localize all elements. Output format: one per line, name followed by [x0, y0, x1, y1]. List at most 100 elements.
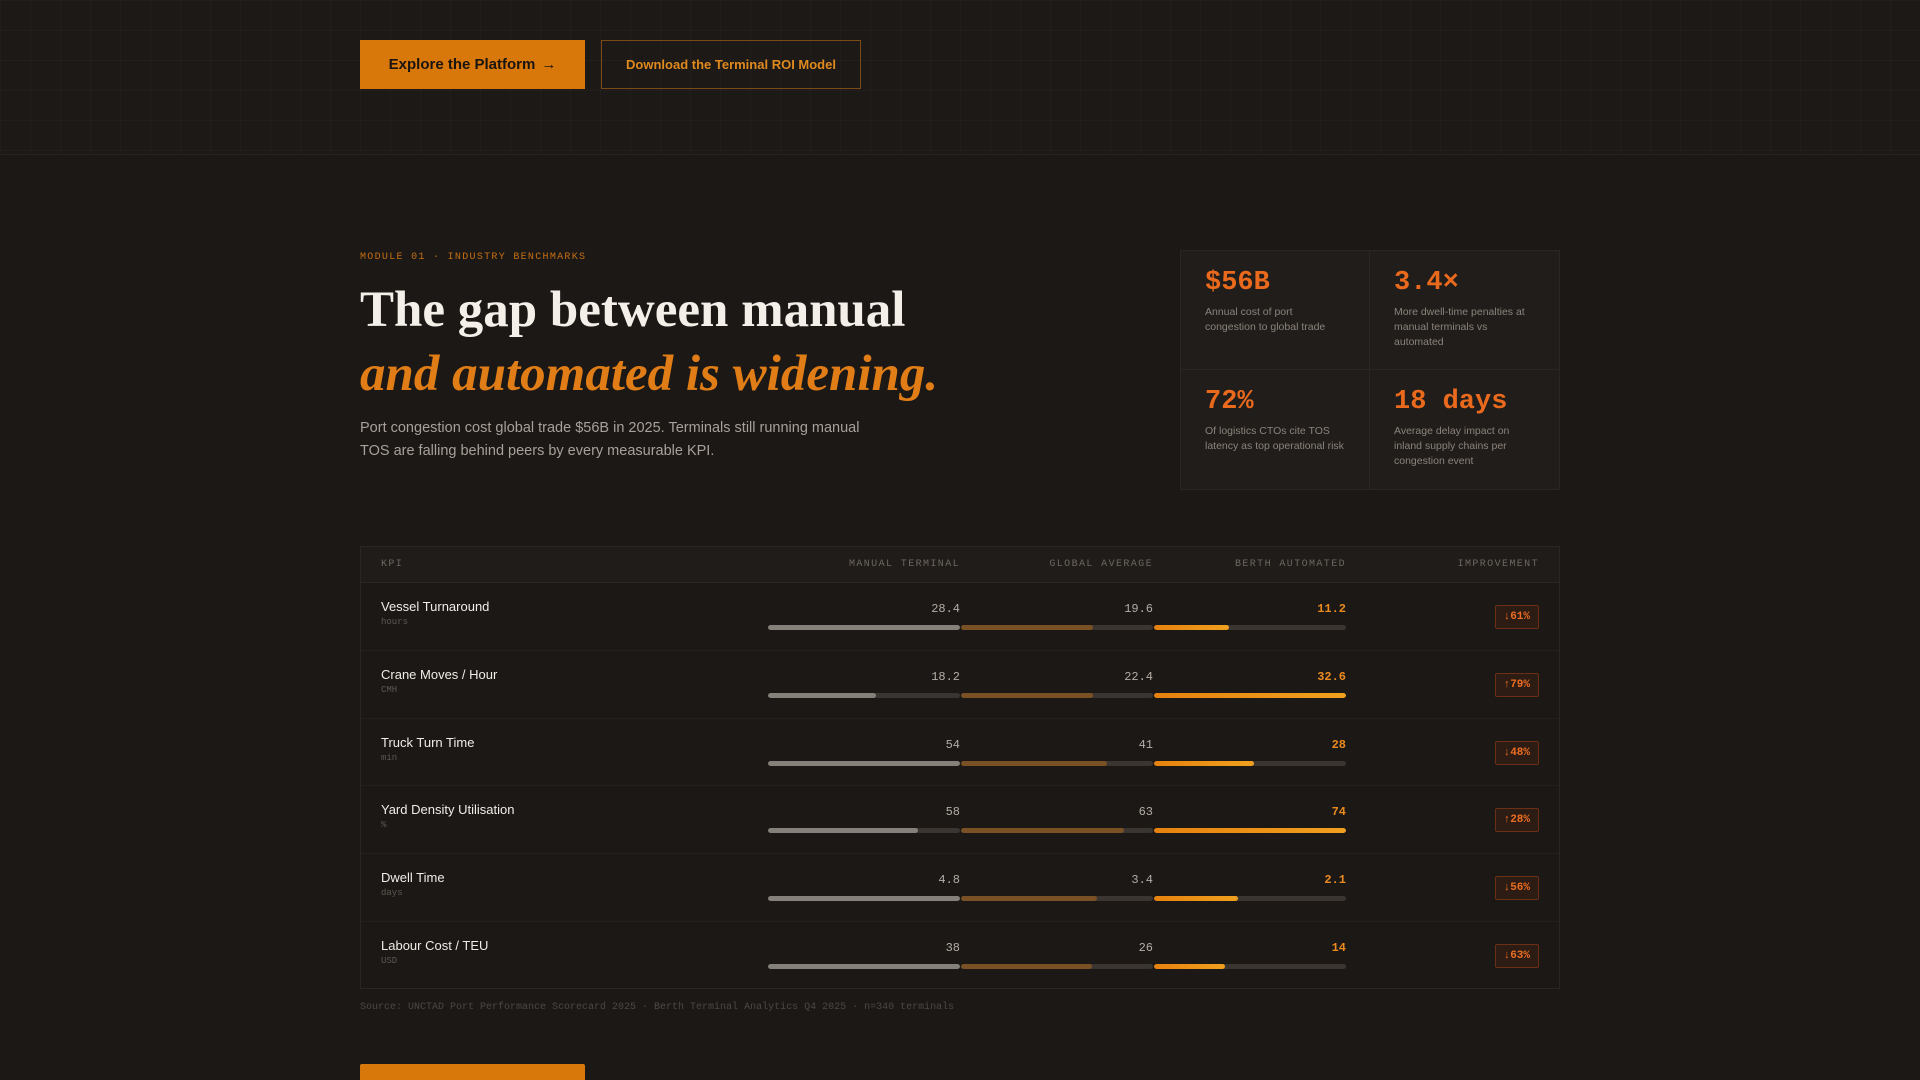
- manual-terminal-bar: [768, 692, 960, 698]
- kpi-benchmark-table: KPI MANUAL TERMINAL GLOBAL AVERAGE BERTH…: [360, 546, 1560, 989]
- manual-terminal-value: 28.4: [931, 602, 960, 616]
- download-roi-model-label: Download the Terminal ROI Model: [626, 57, 836, 72]
- manual-terminal-bar: [768, 896, 960, 902]
- headline-line-2: and automated is widening.: [360, 346, 939, 402]
- manual-terminal-value: 58: [945, 805, 960, 820]
- stat-card: 72% Of logistics CTOs cite TOS latency a…: [1181, 370, 1370, 489]
- source-note: Source: UNCTAD Port Performance Scorecar…: [360, 1002, 955, 1013]
- global-average-value: 63: [1138, 805, 1153, 820]
- improvement-badge: ↓61%: [1494, 605, 1539, 629]
- table-row: Crane Moves / Hour CMH 18.2 22.4 32.6 ↑79%: [361, 651, 1559, 719]
- download-roi-model-button[interactable]: Download the Terminal ROI Model: [601, 40, 861, 89]
- manual-terminal-bar-fill: [768, 828, 918, 834]
- berth-automated-value: 11.2: [1317, 602, 1346, 616]
- hero-cta-band: [0, 0, 1920, 155]
- global-average-bar-fill: [961, 896, 1098, 902]
- table-header: KPI MANUAL TERMINAL GLOBAL AVERAGE BERTH…: [361, 547, 1559, 583]
- kpi-name: Vessel Turnaround: [381, 599, 490, 614]
- manual-terminal-bar: [768, 760, 960, 766]
- module-lede: Port congestion cost global trade $56B i…: [360, 420, 860, 459]
- global-average-bar-fill: [961, 760, 1107, 766]
- manual-terminal-bar-fill: [768, 896, 960, 902]
- global-average-bar: [961, 760, 1153, 766]
- table-row: Vessel Turnaround hours 28.4 19.6 11.2 ↓61%: [361, 583, 1559, 651]
- kpi-name: Truck Turn Time: [381, 734, 475, 750]
- kpi-name: Crane Moves / Hour: [381, 666, 498, 682]
- manual-terminal-bar: [768, 963, 960, 969]
- header-improvement: IMPROVEMENT: [1457, 559, 1539, 570]
- header-berth-automated: BERTH AUTOMATED: [1234, 559, 1346, 570]
- global-average-value: 41: [1138, 737, 1153, 752]
- table-row: Labour Cost / TEU USD 38 26 14 ↓63%: [361, 922, 1559, 990]
- berth-automated-value: 32.6: [1317, 669, 1346, 684]
- table-row: Dwell Time days 4.8 3.4 2.1 ↓56%: [361, 854, 1559, 922]
- stat-value: 18 days: [1394, 387, 1508, 417]
- table-row: Yard Density Utilisation% 58 63 74 ↑28%: [361, 786, 1559, 855]
- module-headline: The gap between manual and automated is …: [360, 278, 1120, 406]
- manual-terminal-bar-fill: [768, 760, 960, 766]
- header-global-average: GLOBAL AVERAGE: [1049, 559, 1153, 570]
- improvement-badge: ↑79%: [1494, 672, 1539, 697]
- berth-automated-bar: [1154, 896, 1346, 902]
- stat-description: More dwell-time penalties at manual term…: [1394, 306, 1525, 348]
- manual-terminal-bar-fill: [768, 692, 876, 698]
- berth-automated-bar-fill: [1154, 963, 1226, 969]
- global-average-bar: [961, 896, 1153, 902]
- bottom-cta-button[interactable]: [360, 1064, 585, 1080]
- stat-value: 72%: [1205, 387, 1254, 417]
- kpi-unit: %: [381, 820, 387, 831]
- manual-terminal-bar: [768, 828, 960, 834]
- improvement-badge: ↓48%: [1494, 740, 1539, 765]
- kpi-name: Labour Cost / TEU: [381, 937, 489, 953]
- improvement-badge: ↓63%: [1494, 943, 1539, 968]
- global-average-value: 3.4: [1131, 873, 1153, 888]
- berth-automated-value: 14: [1331, 940, 1346, 955]
- berth-automated-bar: [1154, 760, 1346, 766]
- stat-grid: $56B Annual cost of port congestion to g…: [1180, 250, 1560, 490]
- berth-automated-bar: [1154, 828, 1346, 834]
- stat-value: 3.4×: [1394, 268, 1459, 298]
- header-manual-terminal: MANUAL TERMINAL: [848, 559, 960, 570]
- kpi-unit: min: [381, 752, 398, 763]
- global-average-bar: [961, 625, 1153, 630]
- global-average-bar-fill: [961, 963, 1092, 969]
- global-average-bar: [961, 828, 1153, 834]
- manual-terminal-value: 18.2: [931, 669, 960, 684]
- kpi-unit: hours: [381, 617, 409, 627]
- improvement-badge: ↑28%: [1494, 808, 1539, 833]
- berth-automated-bar-fill: [1154, 896, 1239, 902]
- header-kpi: KPI: [381, 559, 404, 570]
- berth-automated-bar-fill: [1154, 828, 1346, 834]
- stat-card: 3.4× More dwell-time penalties at manual…: [1370, 251, 1559, 370]
- kpi-unit: CMH: [381, 684, 398, 695]
- kpi-unit: USD: [381, 955, 398, 966]
- global-average-value: 19.6: [1124, 602, 1153, 616]
- berth-automated-bar-fill: [1154, 760, 1254, 766]
- berth-automated-bar: [1154, 963, 1346, 969]
- improvement-badge: ↓56%: [1494, 876, 1539, 901]
- stat-card: 18 days Average delay impact on inland s…: [1370, 370, 1559, 489]
- global-average-bar: [961, 692, 1153, 698]
- stat-description: Of logistics CTOs cite TOS latency as to…: [1205, 425, 1344, 452]
- manual-terminal-value: 38: [945, 940, 960, 955]
- table-body: Vessel Turnaround hours 28.4 19.6 11.2 ↓61% Cr…: [361, 583, 1559, 990]
- manual-terminal-value: 54: [945, 737, 960, 752]
- global-average-value: 22.4: [1124, 669, 1153, 684]
- berth-automated-bar-fill: [1154, 625, 1229, 630]
- manual-terminal-bar-fill: [768, 963, 960, 969]
- stat-value: $56B: [1205, 268, 1270, 298]
- global-average-value: 26: [1138, 940, 1153, 955]
- berth-automated-bar-fill: [1154, 692, 1346, 698]
- kpi-name: Yard Density Utilisation: [381, 802, 515, 818]
- manual-terminal-value: 4.8: [938, 873, 960, 888]
- global-average-bar-fill: [961, 692, 1094, 698]
- headline-line-1: The gap between manual: [360, 282, 906, 338]
- berth-automated-bar: [1154, 625, 1346, 630]
- stat-description: Average delay impact on inland supply ch…: [1394, 425, 1510, 467]
- berth-automated-value: 74: [1331, 805, 1346, 820]
- berth-automated-value: 2.1: [1324, 873, 1346, 888]
- explore-platform-label: Explore the Platform: [388, 56, 536, 73]
- explore-platform-button[interactable]: Explore the Platform →: [360, 40, 585, 89]
- table-row: Truck Turn Time min 54 41 28 ↓48%: [361, 719, 1559, 787]
- module-eyebrow: MODULE 01 · INDUSTRY BENCHMARKS: [360, 252, 587, 263]
